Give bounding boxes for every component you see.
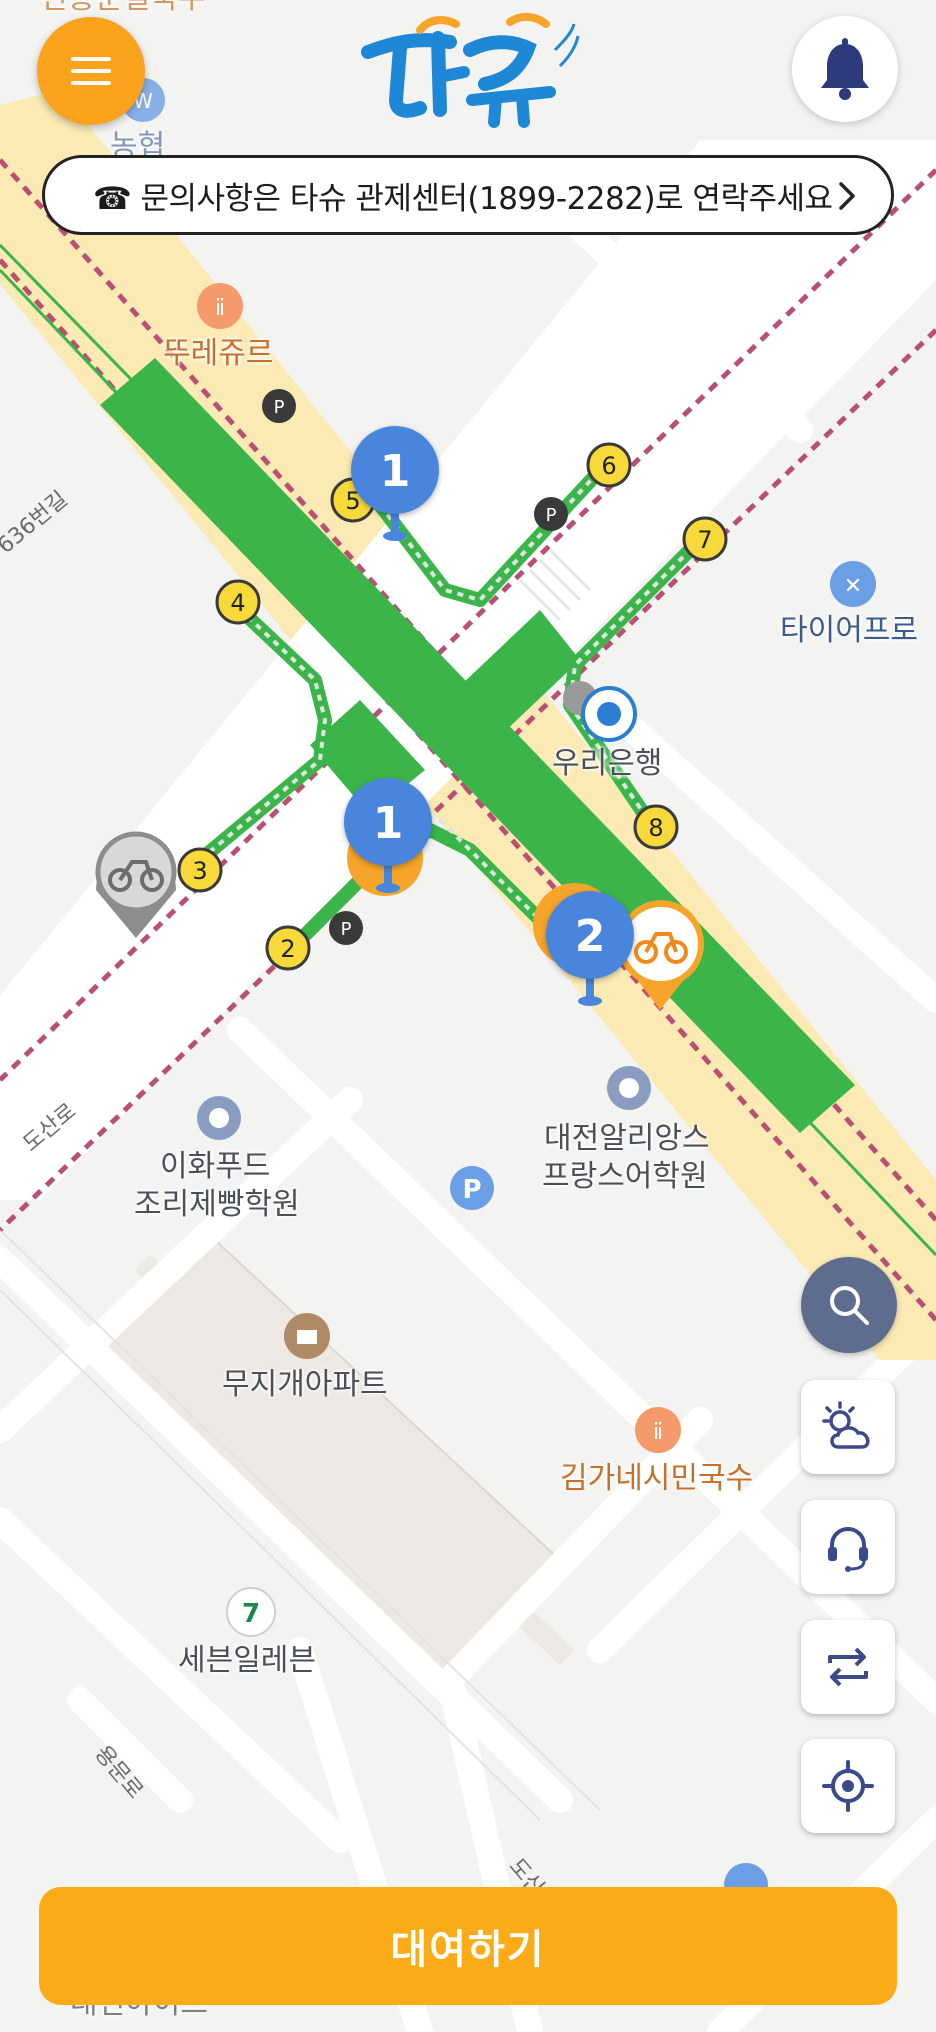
notification-button[interactable] [792,16,898,122]
weather-button[interactable] [801,1380,895,1474]
station-count-text: 1 [380,446,411,497]
my-location-button[interactable] [801,1739,895,1833]
app-root: 2345678 P P P ⅱ ✕ P ⅱ 7 W 농협 뚜레쥬르 우리은행 타… [0,0,936,2032]
hamburger-icon-line [71,69,111,73]
bell-icon [821,38,869,100]
locate-icon [822,1760,874,1812]
rent-button-label: 대여하기 [390,1927,546,1973]
notice-banner[interactable]: ☎ 문의사항은 타슈 관제센터(1899-2282)로 연락주세요 [42,155,894,235]
search-icon [830,1286,869,1325]
chevron-right-icon [839,182,855,210]
hamburger-icon-line [71,81,111,85]
tashu-logo [361,13,580,128]
switch-mode-button[interactable] [801,1620,895,1714]
station-count-text: 2 [575,911,606,962]
station-count-marker[interactable]: 1 [344,778,432,893]
customer-support-button[interactable] [801,1500,895,1594]
station-marker-layer: 1 1 2 [344,426,634,1006]
station-count-marker[interactable]: 1 [351,426,439,541]
headset-icon [828,1526,868,1572]
station-count-marker[interactable]: 2 [546,891,634,1006]
map-search-button[interactable] [801,1257,897,1353]
rent-button[interactable]: 대여하기 [39,1887,897,2005]
menu-button[interactable] [37,17,145,125]
hamburger-icon [71,57,111,61]
swap-icon [828,1647,868,1687]
weather-icon [822,1401,870,1449]
station-count-text: 1 [373,798,404,849]
notice-text: ☎ 문의사항은 타슈 관제센터(1899-2282)로 연락주세요 [93,180,833,217]
